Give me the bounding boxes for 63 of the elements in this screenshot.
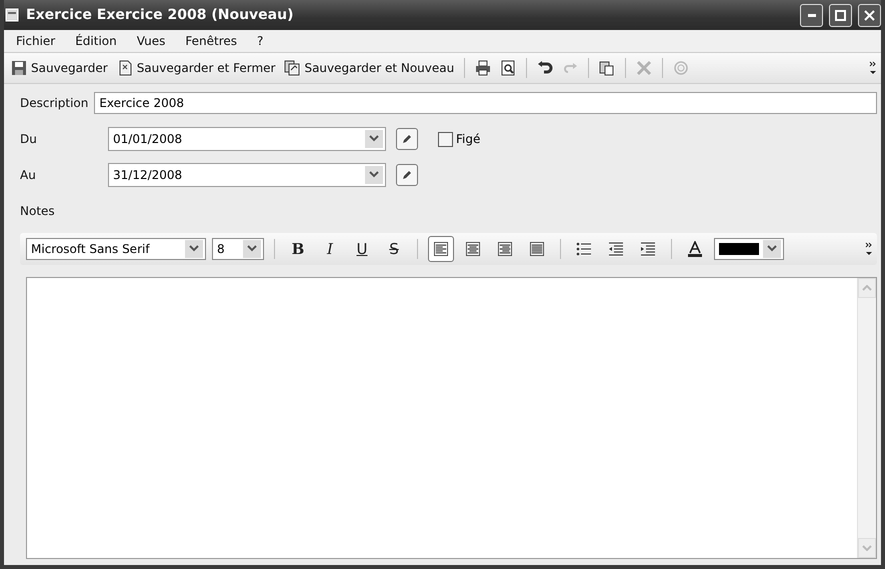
edit-button[interactable] [396,128,418,150]
field-label: Au [20,168,37,182]
menu-item[interactable]: Fichier [8,34,64,48]
chevron-down-icon [369,171,379,179]
color-select[interactable] [714,238,784,260]
menu-item[interactable]: Vues [128,34,174,48]
bullet-list-icon [576,241,592,257]
printer-icon [475,60,492,76]
redo-icon [562,60,578,76]
toolbar-button[interactable]: Sauvegarder et Fermer [114,58,278,78]
circle-icon [673,60,690,76]
page-magnifier-icon [500,60,516,76]
underline-button[interactable]: U [349,236,375,262]
indent-icon [640,241,656,257]
chevron-down-icon [767,245,777,253]
undo-icon [537,60,554,76]
align-center-icon [466,242,480,256]
overflow-chevron-icon[interactable] [869,61,877,75]
minimize-button[interactable] [800,4,823,26]
chevron-down-icon [247,245,257,253]
pencil-icon [401,133,413,145]
window-title: Exercice Exercice 2008 (Nouveau) [26,7,294,23]
align-left-icon [434,242,448,256]
date-field[interactable]: 31/12/2008 [108,163,386,187]
bold-button[interactable]: B [285,236,311,262]
toolbar-button[interactable]: Sauvegarder [8,58,111,78]
menu-item[interactable]: ? [249,34,272,48]
date-field[interactable]: 01/01/2008 [108,127,386,151]
app-icon [4,7,20,23]
section-label: Notes [20,204,56,218]
description-field[interactable]: Exercice 2008 [94,92,877,114]
menu-item[interactable]: Édition [67,34,125,48]
documents-icon [284,60,300,76]
checkbox[interactable] [438,132,453,146]
maximize-icon [835,10,846,20]
overflow-chevron-icon[interactable] [865,242,873,256]
minimize-icon [808,14,816,16]
align-justify-icon [530,242,544,256]
chevron-down-icon [189,245,199,253]
cross-icon [636,60,652,76]
strike-button[interactable]: S [381,236,407,262]
align-button[interactable] [428,236,454,262]
field-label: Du [20,132,38,146]
field-label: Description [20,96,88,110]
chevron-down-icon [369,135,379,143]
align-right-icon [498,242,512,256]
close-button[interactable] [858,4,881,26]
document-icon [116,60,133,76]
size-select[interactable]: 8 [212,238,264,260]
toolbar-button[interactable]: Sauvegarder et Nouveau [281,58,458,78]
dropdown-button[interactable] [365,166,383,184]
pencil-icon [401,169,413,181]
font-select[interactable]: Microsoft Sans Serif [26,238,206,260]
italic-button[interactable]: I [317,236,343,262]
edit-button[interactable] [396,164,418,186]
font-color-icon [687,241,703,257]
outdent-icon [608,241,624,257]
dropdown-button[interactable] [365,130,383,148]
menu-item[interactable]: Fenêtres [177,34,246,48]
checkbox-label: Figé [456,132,480,146]
close-icon [864,10,875,20]
clipboard-icon [599,60,616,76]
maximize-button[interactable] [829,4,852,26]
